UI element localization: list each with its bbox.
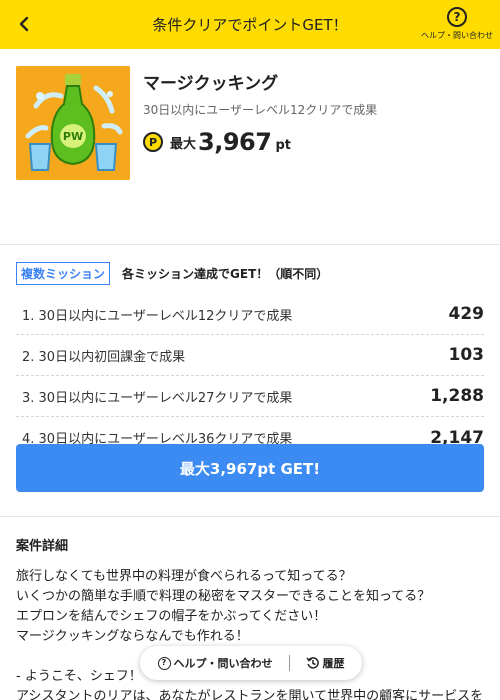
app-icon-artwork: PW — [16, 66, 130, 180]
detail-line: アシスタントのリアは、あなたがレストランを開いて世界中の顧客にサービスを — [16, 689, 484, 700]
top-header: 条件クリアでポイントGET！ ? ヘルプ・問い合わせ — [0, 0, 500, 49]
mission-badge: 複数ミッション — [16, 262, 111, 285]
app-name: マージクッキング — [143, 74, 279, 94]
app-info: マージクッキング 30日以内にユーザーレベル12クリアで成果 P 最大 3,96… — [143, 66, 377, 244]
mission-label: 2. 30日以内初回課金で成果 — [22, 349, 186, 365]
detail-line: エプロンを結んでシェフの帽子をかぶってください！ — [16, 609, 327, 624]
help-link-label: ヘルプ・問い合わせ — [173, 657, 273, 670]
mission-header: 複数ミッション 各ミッション達成でGET！（順不同） — [0, 262, 500, 285]
mission-row: 2. 30日以内初回課金で成果 103 — [16, 335, 484, 376]
history-icon — [305, 657, 319, 669]
mission-label: 1. 30日以内にユーザーレベル12クリアで成果 — [22, 308, 293, 324]
reward-prefix: 最大 — [170, 136, 197, 152]
mission-points: 1,288 — [430, 386, 484, 406]
svg-text:PW: PW — [63, 130, 83, 143]
page-title: 条件クリアでポイントGET！ — [152, 16, 348, 34]
separator — [288, 655, 290, 671]
detail-body: 旅行しなくても世界中の料理が食べられるって知ってる？ いくつかの簡単な手順で料理… — [16, 567, 486, 700]
mission-label: 3. 30日以内にユーザーレベル27クリアで成果 — [22, 390, 293, 406]
help-link[interactable]: ? ヘルプ・問い合わせ — [157, 655, 273, 671]
mission-points: 429 — [448, 304, 485, 324]
question-icon: ? — [447, 7, 467, 27]
floating-action-bar: ? ヘルプ・問い合わせ 履歴 — [140, 646, 362, 680]
history-link-label: 履歴 — [322, 657, 345, 670]
reward-row: P 最大 3,967 pt — [143, 128, 377, 156]
question-icon: ? — [157, 656, 171, 670]
detail-title: 案件詳細 — [16, 539, 69, 554]
detail-line: マージクッキングならなんでも作れる！ — [16, 629, 249, 644]
mission-description: 各ミッション達成でGET！（順不同） — [122, 267, 329, 281]
chevron-left-icon — [19, 16, 29, 32]
help-label: ヘルプ・問い合わせ — [421, 31, 493, 40]
divider — [0, 516, 500, 517]
history-link[interactable]: 履歴 — [305, 655, 345, 671]
app-icon: PW — [16, 66, 130, 180]
reward-value: 3,967 — [198, 128, 272, 156]
point-coin-icon: P — [143, 132, 163, 152]
app-summary: PW マージクッキング 30日以内にユーザーレベル12クリアで成果 P 最大 3… — [0, 49, 500, 245]
back-button[interactable] — [10, 10, 38, 38]
reward-unit: pt — [275, 137, 291, 153]
get-points-button[interactable]: 最大3,967pt GET! — [16, 444, 484, 492]
mission-points: 103 — [448, 345, 485, 365]
app-condition: 30日以内にユーザーレベル12クリアで成果 — [143, 103, 378, 117]
detail-line: いくつかの簡単な手順で料理の秘密をマスターできることを知ってる？ — [16, 589, 431, 604]
mission-list: 1. 30日以内にユーザーレベル12クリアで成果 429 2. 30日以内初回課… — [16, 294, 484, 458]
help-button[interactable]: ? ヘルプ・問い合わせ — [421, 7, 493, 41]
detail-line: 旅行しなくても世界中の料理が食べられるって知ってる？ — [16, 569, 352, 584]
mission-row: 3. 30日以内にユーザーレベル27クリアで成果 1,288 — [16, 376, 484, 417]
mission-row: 1. 30日以内にユーザーレベル12クリアで成果 429 — [16, 294, 484, 335]
